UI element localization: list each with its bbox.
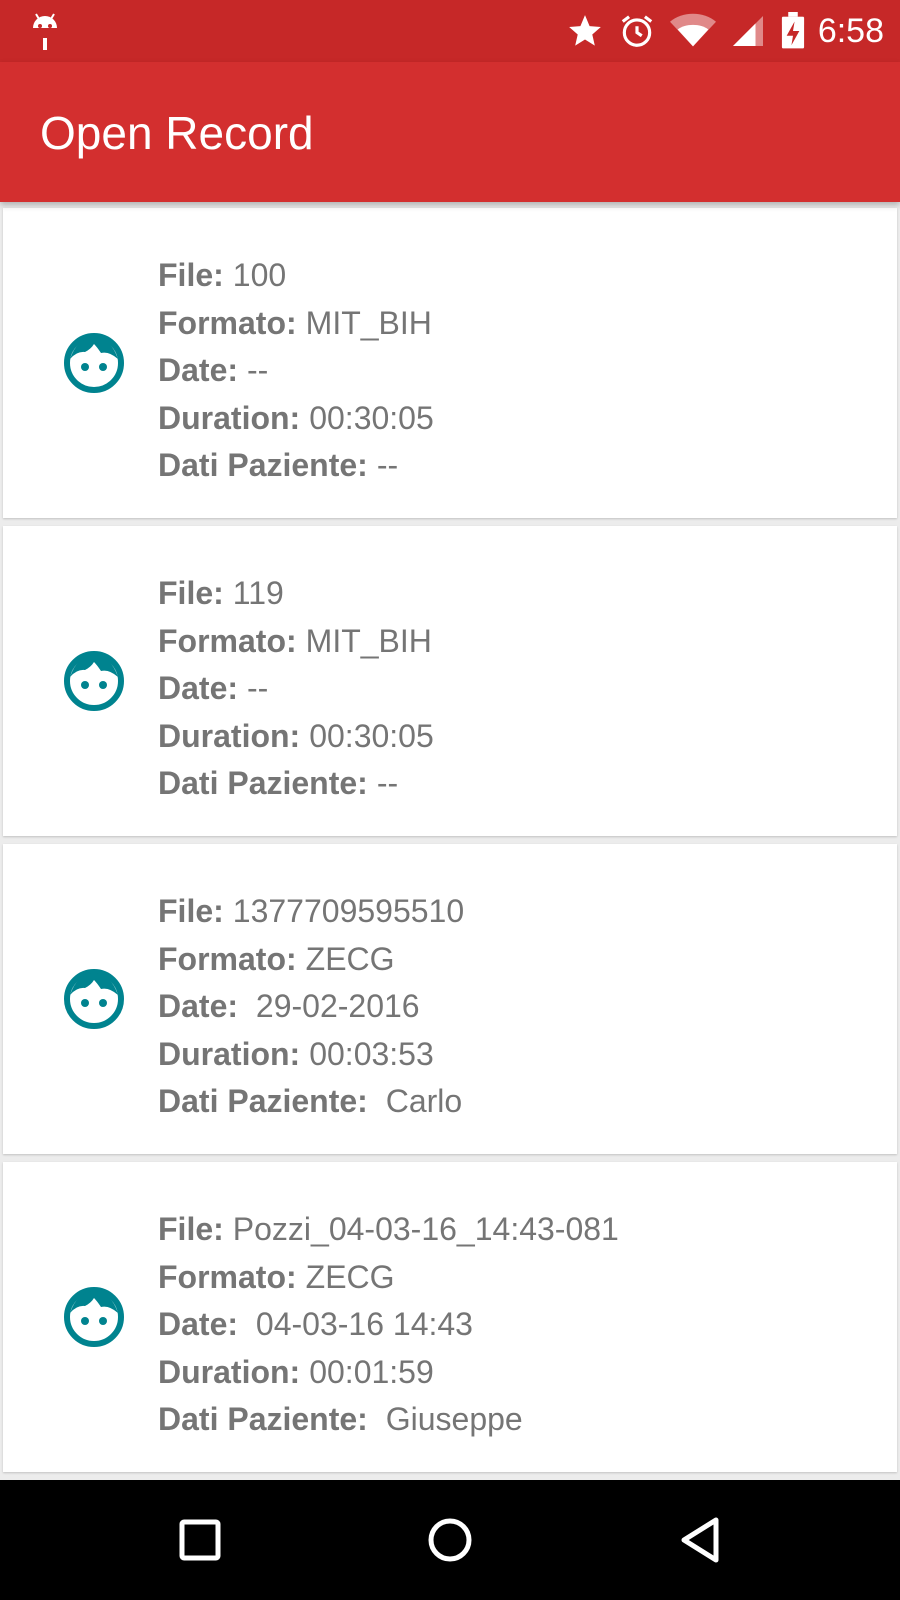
patient-label: Dati Paziente: — [158, 447, 368, 483]
face-icon — [64, 333, 124, 393]
patient-row: Dati Paziente: Carlo — [158, 1078, 464, 1126]
duration-value: 00:30:05 — [309, 399, 434, 436]
patient-row: Dati Paziente: -- — [158, 760, 434, 808]
file-row: File: 100 — [158, 252, 434, 300]
format-label: Formato: — [158, 1258, 297, 1295]
format-label: Formato: — [158, 622, 297, 659]
cell-signal-icon — [732, 16, 763, 46]
recents-square-icon[interactable] — [170, 1510, 230, 1570]
patient-value: -- — [376, 765, 399, 801]
duration-value: 00:01:59 — [309, 1353, 434, 1390]
record-details: File: 119 Formato: MIT_BIH Date: -- Duratio… — [158, 570, 434, 808]
star-icon — [568, 15, 601, 46]
file-label: File: — [158, 257, 224, 293]
patient-label: Dati Paziente: — [158, 1401, 368, 1437]
duration-row: Duration: 00:01:59 — [158, 1349, 619, 1397]
back-triangle-icon[interactable] — [670, 1510, 730, 1570]
duration-value: 00:30:05 — [309, 717, 434, 754]
record-card[interactable]: File: 119 Formato: MIT_BIH Date: -- Duratio… — [3, 526, 897, 836]
duration-row: Duration: 00:30:05 — [158, 713, 434, 761]
wifi-icon — [669, 13, 716, 47]
date-row: Date: -- — [158, 665, 434, 713]
navigation-bar — [0, 1480, 900, 1600]
file-label: File: — [158, 1211, 224, 1247]
duration-label: Duration: — [158, 717, 301, 754]
duration-value: 00:03:53 — [309, 1035, 434, 1072]
date-value: 04-03-16 14:43 — [247, 1306, 473, 1342]
duration-row: Duration: 00:30:05 — [158, 395, 434, 443]
duration-row: Duration: 00:03:53 — [158, 1031, 464, 1079]
format-value: ZECG — [305, 1258, 395, 1295]
page-title: Open Record — [40, 107, 314, 159]
format-row: Formato: ZECG — [158, 936, 464, 984]
status-time: 6:58 — [817, 11, 884, 50]
format-value: ZECG — [305, 940, 395, 977]
date-label: Date: — [158, 670, 239, 706]
record-details: File: Pozzi_04-03-16_14:43-081 Formato: ZE… — [158, 1206, 619, 1444]
patient-value: Giuseppe — [376, 1401, 523, 1437]
date-value: 29-02-2016 — [247, 988, 420, 1024]
file-value: 100 — [232, 257, 287, 293]
record-details: File: 100 Formato: MIT_BIH Date: -- Duratio… — [158, 252, 434, 490]
duration-label: Duration: — [158, 399, 301, 436]
patient-label: Dati Paziente: — [158, 765, 368, 801]
patient-row: Dati Paziente: -- — [158, 442, 434, 490]
date-label: Date: — [158, 988, 239, 1024]
file-value: Pozzi_04-03-16_14:43-081 — [232, 1211, 619, 1247]
format-label: Formato: — [158, 304, 297, 341]
file-value: 1377709595510 — [232, 893, 465, 929]
duration-label: Duration: — [158, 1035, 301, 1072]
format-value: MIT_BIH — [305, 622, 432, 659]
format-value: MIT_BIH — [305, 304, 432, 341]
face-icon — [64, 651, 124, 711]
patient-value: Carlo — [376, 1083, 463, 1119]
android-debug-icon — [33, 13, 57, 50]
format-row: Formato: ZECG — [158, 1254, 619, 1302]
record-details: File: 1377709595510 Formato: ZECG Date: 29… — [158, 888, 464, 1126]
patient-row: Dati Paziente: Giuseppe — [158, 1396, 619, 1444]
face-icon — [64, 1287, 124, 1347]
date-row: Date: -- — [158, 347, 434, 395]
date-row: Date: 29-02-2016 — [158, 983, 464, 1031]
record-card[interactable]: File: Pozzi_04-03-16_14:43-081 Formato: ZE… — [3, 1162, 897, 1472]
battery-charging-icon — [781, 12, 804, 49]
format-row: Formato: MIT_BIH — [158, 618, 434, 666]
home-circle-icon[interactable] — [420, 1510, 480, 1570]
file-label: File: — [158, 893, 224, 929]
date-value: -- — [247, 670, 269, 706]
record-card[interactable]: File: 100 Formato: MIT_BIH Date: -- Duratio… — [3, 208, 897, 518]
format-row: Formato: MIT_BIH — [158, 300, 434, 348]
file-row: File: Pozzi_04-03-16_14:43-081 — [158, 1206, 619, 1254]
date-value: -- — [247, 352, 269, 388]
duration-label: Duration: — [158, 1353, 301, 1390]
date-label: Date: — [158, 1306, 239, 1342]
patient-value: -- — [376, 447, 399, 483]
alarm-icon — [621, 15, 653, 47]
patient-label: Dati Paziente: — [158, 1083, 368, 1119]
date-row: Date: 04-03-16 14:43 — [158, 1301, 619, 1349]
file-value: 119 — [232, 575, 284, 611]
format-label: Formato: — [158, 940, 297, 977]
file-label: File: — [158, 575, 224, 611]
file-row: File: 1377709595510 — [158, 888, 464, 936]
app-bar: Open Record — [0, 62, 900, 202]
record-card[interactable]: File: 1377709595510 Formato: ZECG Date: 29… — [3, 844, 897, 1154]
status-bar: 6:58 — [0, 0, 900, 62]
date-label: Date: — [158, 352, 239, 388]
face-icon — [64, 969, 124, 1029]
file-row: File: 119 — [158, 570, 434, 618]
